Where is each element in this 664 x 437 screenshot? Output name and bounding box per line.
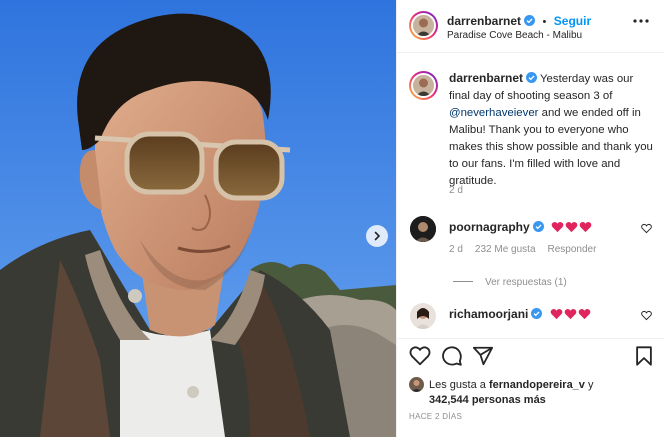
comment-icon[interactable]: [441, 345, 463, 367]
comment-like-heart-icon[interactable]: [641, 223, 652, 234]
comment-age: 2 d: [449, 244, 463, 255]
verified-badge-icon: [531, 308, 543, 319]
next-photo-button[interactable]: [366, 225, 388, 247]
likes-count[interactable]: 342,544 personas más: [429, 394, 546, 406]
comment-like-heart-icon[interactable]: [641, 310, 652, 321]
author-avatar[interactable]: [409, 11, 438, 40]
separator-dot: •: [542, 16, 547, 28]
red-heart-emoji-icon: [551, 221, 564, 233]
likes-prefix: Les gusta a: [429, 379, 489, 391]
verified-badge-icon: [526, 72, 538, 83]
comment-row: richamoorjani: [449, 305, 592, 323]
post-location[interactable]: Paradise Cove Beach - Malibu: [447, 30, 582, 41]
caption-avatar[interactable]: [409, 71, 438, 100]
caption-username[interactable]: darrenbarnet: [449, 71, 523, 85]
view-replies-button[interactable]: Ver respuestas (1): [453, 272, 567, 290]
comment-username[interactable]: poornagraphy: [449, 220, 530, 234]
reply-button[interactable]: Responder: [548, 244, 597, 255]
post-header: darrenbarnet • Seguir Paradise Cove Beac…: [397, 0, 664, 53]
comment-like-count[interactable]: 232 Me gusta: [475, 244, 536, 255]
portrait-photo: [0, 0, 396, 437]
red-heart-emoji-icon: [578, 308, 591, 320]
bookmark-icon[interactable]: [633, 345, 655, 367]
caption-text-end: and we ended off in Malibu! Thank you to…: [449, 107, 653, 187]
comment-meta: 2 d 232 Me gusta Responder: [449, 244, 608, 255]
heart-icon[interactable]: [409, 345, 431, 367]
follow-button[interactable]: Seguir: [554, 14, 591, 28]
post-photo[interactable]: [0, 0, 396, 437]
red-heart-emoji-icon: [550, 308, 563, 320]
red-heart-emoji-icon: [565, 221, 578, 233]
share-icon[interactable]: [472, 345, 494, 367]
view-replies-label: Ver respuestas (1): [485, 277, 567, 288]
replies-divider: [453, 281, 473, 282]
caption-age: 2 d: [449, 185, 463, 196]
red-heart-emoji-icon: [564, 308, 577, 320]
comment-hearts: [551, 218, 593, 235]
post-side-panel: darrenbarnet • Seguir Paradise Cove Beac…: [396, 0, 664, 437]
author-username[interactable]: darrenbarnet: [447, 14, 521, 28]
likes-summary: Les gusta a fernandopereira_v y 342,544 …: [429, 378, 659, 408]
liker-username[interactable]: fernandopereira_v: [489, 379, 585, 391]
comment-hearts: [550, 305, 592, 322]
verified-badge-icon: [532, 221, 544, 232]
chevron-right-icon: [374, 231, 381, 241]
more-icon[interactable]: [633, 19, 649, 23]
caption-mention-link[interactable]: @neverhaveiever: [449, 107, 538, 119]
comment-row: poornagraphy: [449, 218, 593, 236]
liker-avatar[interactable]: [409, 377, 424, 392]
post-time-ago: HACE 2 DÍAS: [409, 412, 463, 421]
commenter-avatar[interactable]: [410, 216, 436, 242]
post-caption: darrenbarnet Yesterday was our final day…: [449, 70, 655, 190]
verified-badge-icon: [524, 15, 536, 26]
post-actions-section: Les gusta a fernandopereira_v y 342,544 …: [397, 338, 664, 437]
likes-suffix: y: [584, 379, 594, 391]
red-heart-emoji-icon: [579, 221, 592, 233]
comment-username[interactable]: richamoorjani: [449, 307, 528, 321]
commenter-avatar[interactable]: [410, 303, 436, 329]
